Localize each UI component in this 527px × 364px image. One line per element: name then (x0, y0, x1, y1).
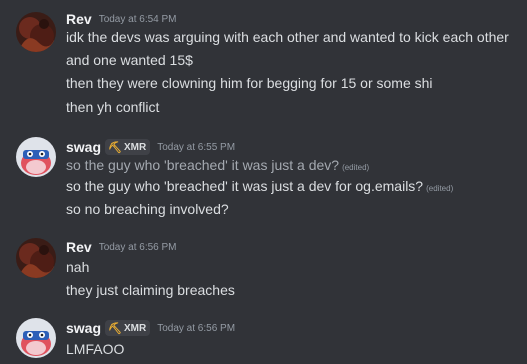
message-text: so no breaching involved? (66, 201, 229, 217)
message-text-content: so the guy who 'breached' it was just a … (66, 157, 340, 173)
username[interactable]: swag (66, 320, 101, 336)
message-text: then they were clowning him for begging … (66, 75, 433, 91)
pickaxe-icon: ⛏ (108, 141, 122, 154)
pickaxe-icon: ⛏ (108, 322, 122, 335)
avatar[interactable] (16, 238, 56, 278)
timestamp[interactable]: Today at 6:54 PM (99, 14, 177, 25)
username[interactable]: Rev (66, 11, 92, 27)
avatar[interactable] (16, 12, 56, 52)
role-tag[interactable]: ⛏ XMR (105, 139, 151, 155)
message-text: then yh conflict (66, 99, 160, 115)
tag-label: XMR (123, 141, 147, 153)
message-text: they just claiming breaches (66, 282, 235, 298)
message-header: swag ⛏ XMR Today at 6:56 PM (66, 318, 235, 338)
message-text: and one wanted 15$ (66, 52, 193, 68)
message-text: LMFAOO (66, 341, 125, 357)
avatar[interactable] (16, 137, 56, 177)
edited-label: (edited) (426, 184, 454, 193)
message-text: so the guy who 'breached' it was just a … (66, 175, 453, 200)
message-header: Rev Today at 6:56 PM (66, 237, 177, 257)
tag-label: XMR (123, 322, 147, 334)
rev-avatar-icon (16, 12, 56, 52)
avatar[interactable] (16, 318, 56, 358)
rev-avatar-icon (16, 238, 56, 278)
edited-label: (edited) (342, 163, 370, 172)
message-text: nah (66, 259, 90, 275)
message-text: idk the devs was arguing with each other… (66, 29, 509, 45)
username[interactable]: Rev (66, 239, 92, 255)
message-text-content: so the guy who 'breached' it was just a … (66, 178, 424, 194)
timestamp[interactable]: Today at 6:56 PM (99, 242, 177, 253)
timestamp[interactable]: Today at 6:55 PM (157, 142, 235, 153)
role-tag[interactable]: ⛏ XMR (105, 320, 151, 336)
swag-avatar-icon (16, 318, 56, 358)
username[interactable]: swag (66, 139, 101, 155)
swag-avatar-icon (16, 137, 56, 177)
timestamp[interactable]: Today at 6:56 PM (157, 323, 235, 334)
